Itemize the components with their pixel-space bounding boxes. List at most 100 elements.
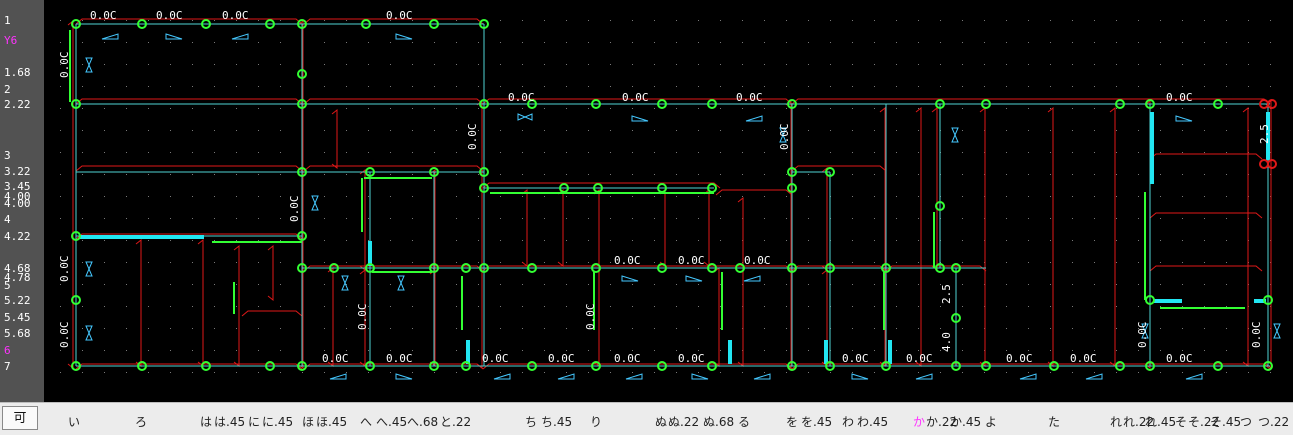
- grid-dot: [434, 372, 435, 373]
- grid-dot: [698, 86, 699, 87]
- grid-dot: [324, 328, 325, 329]
- grid-dot: [1116, 42, 1117, 43]
- grid-dot: [390, 86, 391, 87]
- grid-dot: [104, 240, 105, 241]
- grid-dot: [874, 108, 875, 109]
- dimension-label: 2.5: [1258, 124, 1271, 144]
- grid-dot: [544, 284, 545, 285]
- grid-dot: [522, 350, 523, 351]
- drawing-canvas[interactable]: 0.0C 0.0C 0.0C 0.0C 0.0C 0.0C 0.0C 0.0C 0.0C 0.0C…: [44, 0, 1293, 402]
- grid-dot: [962, 328, 963, 329]
- grid-dot: [1226, 350, 1227, 351]
- grid-dot: [1270, 64, 1271, 65]
- grid-dot: [588, 196, 589, 197]
- grid-dot: [896, 350, 897, 351]
- grid-dot: [588, 218, 589, 219]
- grid-dot: [1050, 350, 1051, 351]
- grid-dot: [1226, 328, 1227, 329]
- grid-dot: [1050, 262, 1051, 263]
- grid-dot: [896, 306, 897, 307]
- grid-dot: [1138, 306, 1139, 307]
- grid-dot: [896, 218, 897, 219]
- grid-dot: [1050, 306, 1051, 307]
- grid-dot: [478, 240, 479, 241]
- bowtie-marker: [951, 127, 959, 143]
- grid-dot: [1028, 64, 1029, 65]
- opening-marker: [851, 373, 869, 380]
- dimension-label: 0.0C: [90, 9, 117, 22]
- grid-dot: [1204, 240, 1205, 241]
- grid-dot: [368, 372, 369, 373]
- grid-dot: [1160, 284, 1161, 285]
- grid-dot: [654, 20, 655, 21]
- grid-dot: [808, 174, 809, 175]
- grid-dot: [1050, 130, 1051, 131]
- dimension-label: 0.0C: [322, 352, 349, 365]
- grid-dot: [1182, 86, 1183, 87]
- grid-dot: [588, 372, 589, 373]
- grid-dot: [214, 42, 215, 43]
- grid-dot: [324, 306, 325, 307]
- grid-dot: [720, 240, 721, 241]
- grid-dot: [808, 108, 809, 109]
- grid-dot: [126, 372, 127, 373]
- grid-dot: [60, 152, 61, 153]
- opening-marker: [231, 33, 249, 40]
- grid-dot: [236, 42, 237, 43]
- grid-dot: [808, 86, 809, 87]
- opening-marker: [625, 373, 643, 380]
- grid-dot: [214, 130, 215, 131]
- opening-marker: [395, 33, 413, 40]
- grid-dot: [346, 306, 347, 307]
- mode-button[interactable]: 可: [2, 406, 38, 430]
- grid-dot: [60, 284, 61, 285]
- grid-dot: [1160, 350, 1161, 351]
- grid-dot: [456, 174, 457, 175]
- opening-marker: [753, 373, 771, 380]
- grid-dot: [654, 240, 655, 241]
- grid-dot: [82, 262, 83, 263]
- floor-plan[interactable]: 0.0C 0.0C 0.0C 0.0C 0.0C 0.0C 0.0C 0.0C 0.0C 0.0C…: [44, 0, 1293, 402]
- grid-dot: [1204, 152, 1205, 153]
- grid-dot: [104, 64, 105, 65]
- grid-dot: [478, 108, 479, 109]
- grid-dot: [280, 372, 281, 373]
- dimension-label: 0.0C: [678, 352, 705, 365]
- axis-label-wa-45: わ.45: [857, 415, 889, 429]
- grid-dot: [500, 20, 501, 21]
- grid-dot: [346, 152, 347, 153]
- grid-dot: [104, 328, 105, 329]
- axis-label-so-45: そ.45: [1210, 415, 1242, 429]
- grid-dot: [874, 64, 875, 65]
- grid-dot: [1006, 64, 1007, 65]
- grid-dot: [1006, 42, 1007, 43]
- grid-dot: [918, 350, 919, 351]
- grid-dot: [1094, 262, 1095, 263]
- grid-dot: [742, 196, 743, 197]
- grid-dot: [1094, 20, 1095, 21]
- grid-dot: [654, 284, 655, 285]
- grid-dot: [1028, 262, 1029, 263]
- grid-dot: [918, 196, 919, 197]
- wall-segment: [267, 244, 274, 302]
- grid-dot: [1028, 152, 1029, 153]
- grid-dot: [896, 64, 897, 65]
- grid-dot: [544, 218, 545, 219]
- grid-dot: [588, 262, 589, 263]
- grid-dot: [456, 328, 457, 329]
- grid-dot: [1226, 86, 1227, 87]
- grid-dot: [566, 108, 567, 109]
- grid-dot: [500, 284, 501, 285]
- grid-dot: [346, 218, 347, 219]
- grid-dot: [808, 64, 809, 65]
- grid-dot: [412, 306, 413, 307]
- grid-dot: [412, 64, 413, 65]
- grid-dot: [148, 108, 149, 109]
- axis-label-2-22: 2.22: [4, 98, 31, 111]
- grid-dot: [610, 196, 611, 197]
- dimension-label-layer: 0.0C 0.0C 0.0C 0.0C 0.0C 0.0C 0.0C 0.0C 0.0C 0.0C…: [58, 9, 1271, 365]
- grid-dot: [280, 350, 281, 351]
- axis-label-ho-45: ほ.45: [316, 415, 348, 429]
- grid-dot: [632, 64, 633, 65]
- grid-dot: [1006, 86, 1007, 87]
